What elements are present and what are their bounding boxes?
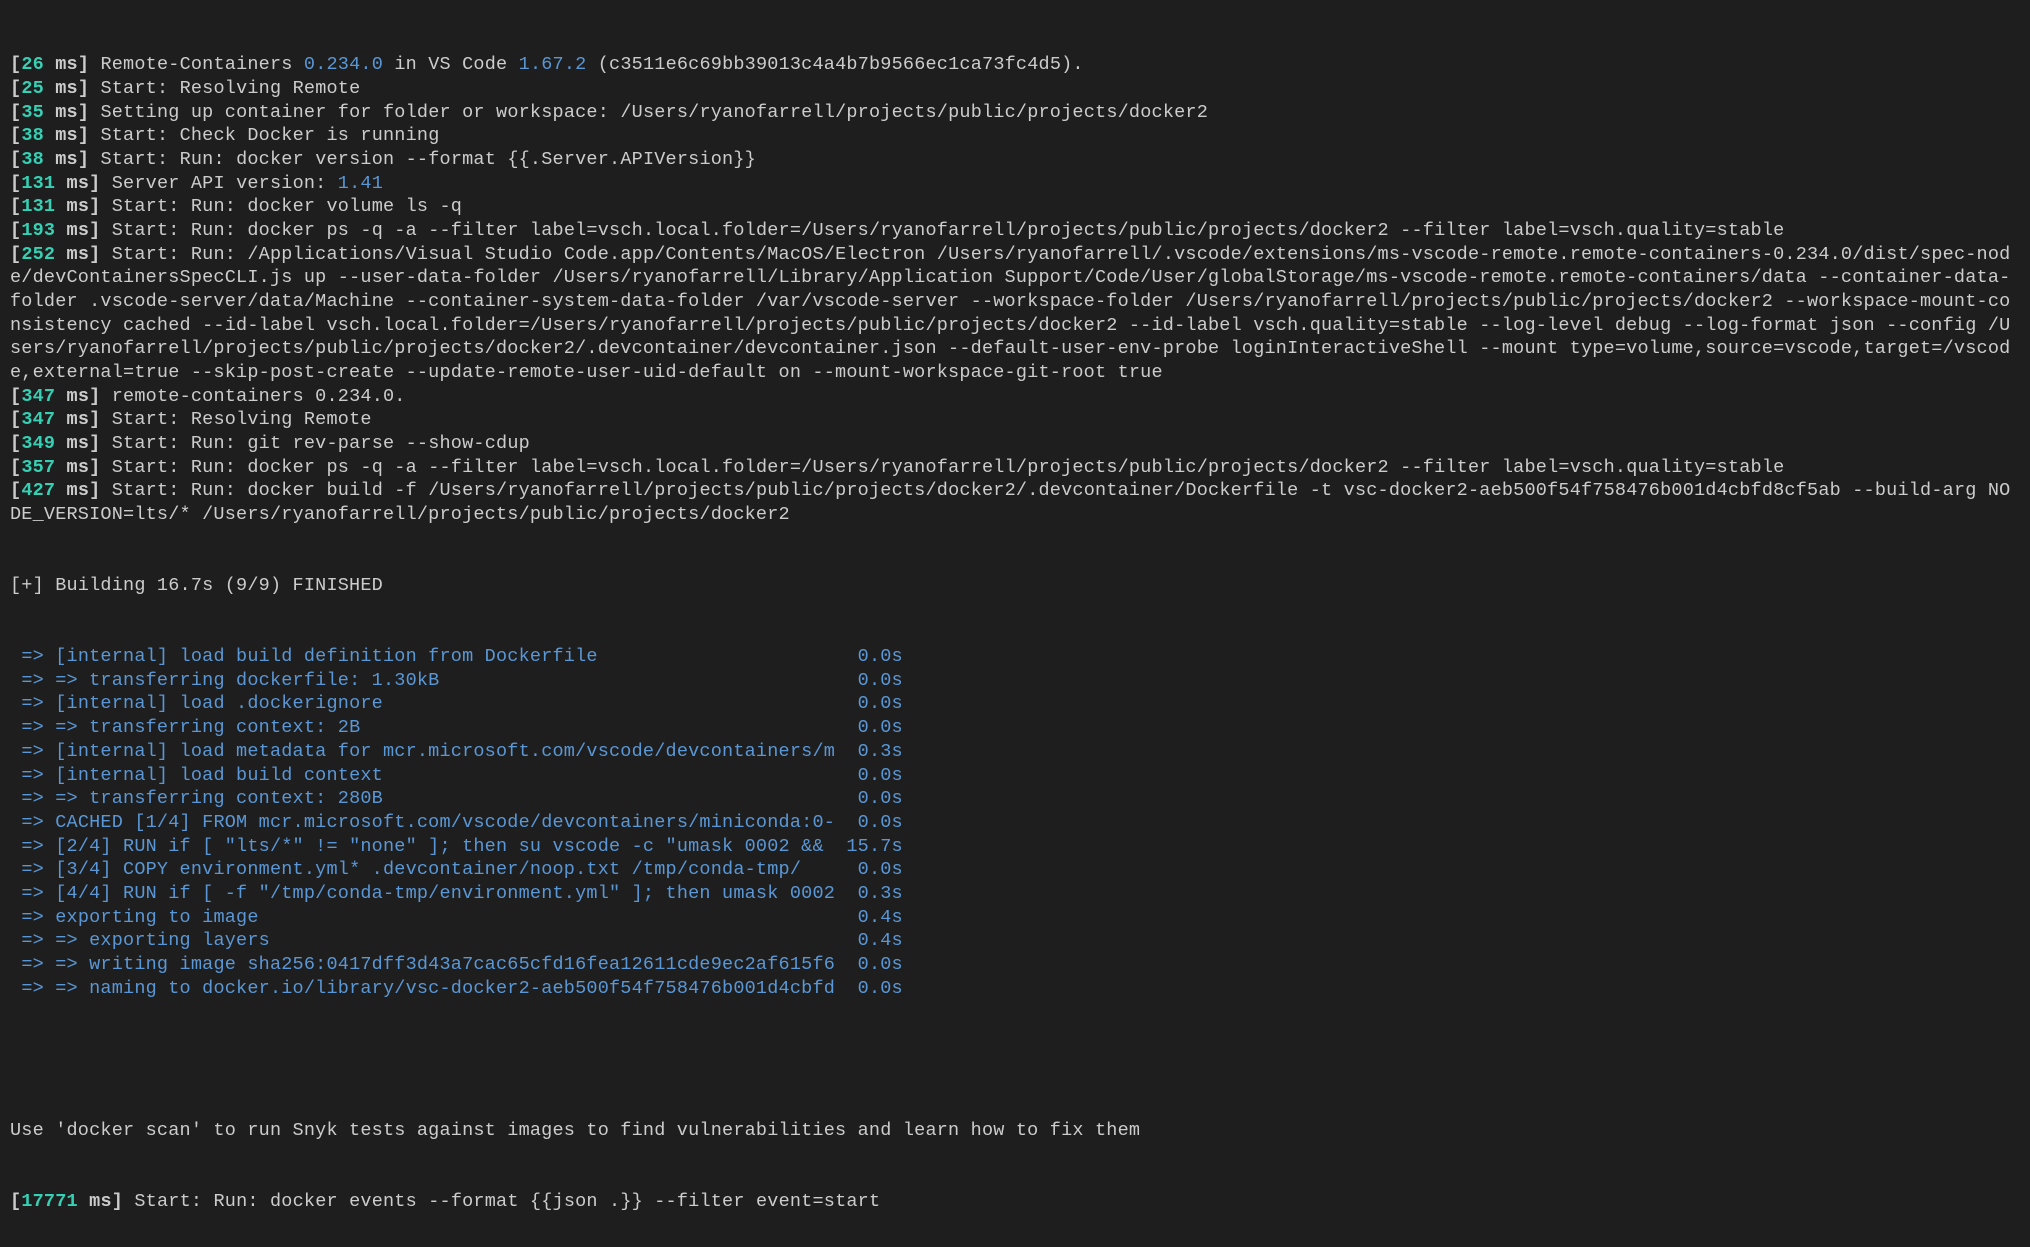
blank-line (10, 1048, 2020, 1072)
build-header: [+] Building 16.7s (9/9) FINISHED (10, 574, 2020, 598)
terminal-output[interactable]: [26 ms] Remote-Containers 0.234.0 in VS … (0, 0, 2030, 1247)
build-step: => [internal] load build context 0.0s (10, 764, 2020, 788)
log-lines: [26 ms] Remote-Containers 0.234.0 in VS … (10, 53, 2020, 526)
build-step: => => transferring context: 280B 0.0s (10, 787, 2020, 811)
build-step: => => transferring context: 2B 0.0s (10, 716, 2020, 740)
log-line: [38 ms] Start: Run: docker version --for… (10, 148, 2020, 172)
log-line: [193 ms] Start: Run: docker ps -q -a --f… (10, 219, 2020, 243)
log-line: [35 ms] Setting up container for folder … (10, 101, 2020, 125)
build-step: => [internal] load .dockerignore 0.0s (10, 692, 2020, 716)
log-line: [427 ms] Start: Run: docker build -f /Us… (10, 479, 2020, 526)
log-line: [38 ms] Start: Check Docker is running (10, 124, 2020, 148)
build-step: => => exporting layers 0.4s (10, 929, 2020, 953)
build-step: => [4/4] RUN if [ -f "/tmp/conda-tmp/env… (10, 882, 2020, 906)
build-step: => CACHED [1/4] FROM mcr.microsoft.com/v… (10, 811, 2020, 835)
log-line: [131 ms] Server API version: 1.41 (10, 172, 2020, 196)
log-line: [131 ms] Start: Run: docker volume ls -q (10, 195, 2020, 219)
log-line: [26 ms] Remote-Containers 0.234.0 in VS … (10, 53, 2020, 77)
log-line: [357 ms] Start: Run: docker ps -q -a --f… (10, 456, 2020, 480)
log-line: [349 ms] Start: Run: git rev-parse --sho… (10, 432, 2020, 456)
log-line: [25 ms] Start: Resolving Remote (10, 77, 2020, 101)
build-step: => [3/4] COPY environment.yml* .devconta… (10, 858, 2020, 882)
build-step: => exporting to image 0.4s (10, 906, 2020, 930)
log-line: [347 ms] remote-containers 0.234.0. (10, 385, 2020, 409)
footer-hint: Use 'docker scan' to run Snyk tests agai… (10, 1119, 2020, 1143)
build-step: => [internal] load metadata for mcr.micr… (10, 740, 2020, 764)
log-line: [17771 ms] Start: Run: docker events --f… (10, 1190, 2020, 1214)
build-step: => => writing image sha256:0417dff3d43a7… (10, 953, 2020, 977)
build-step: => [internal] load build definition from… (10, 645, 2020, 669)
build-step: => => naming to docker.io/library/vsc-do… (10, 977, 2020, 1001)
build-step: => [2/4] RUN if [ "lts/*" != "none" ]; t… (10, 835, 2020, 859)
footer-log-line: [17771 ms] Start: Run: docker events --f… (10, 1190, 2020, 1214)
log-line: [347 ms] Start: Resolving Remote (10, 408, 2020, 432)
build-steps: => [internal] load build definition from… (10, 645, 2020, 1000)
build-step: => => transferring dockerfile: 1.30kB 0.… (10, 669, 2020, 693)
log-line: [252 ms] Start: Run: /Applications/Visua… (10, 243, 2020, 385)
